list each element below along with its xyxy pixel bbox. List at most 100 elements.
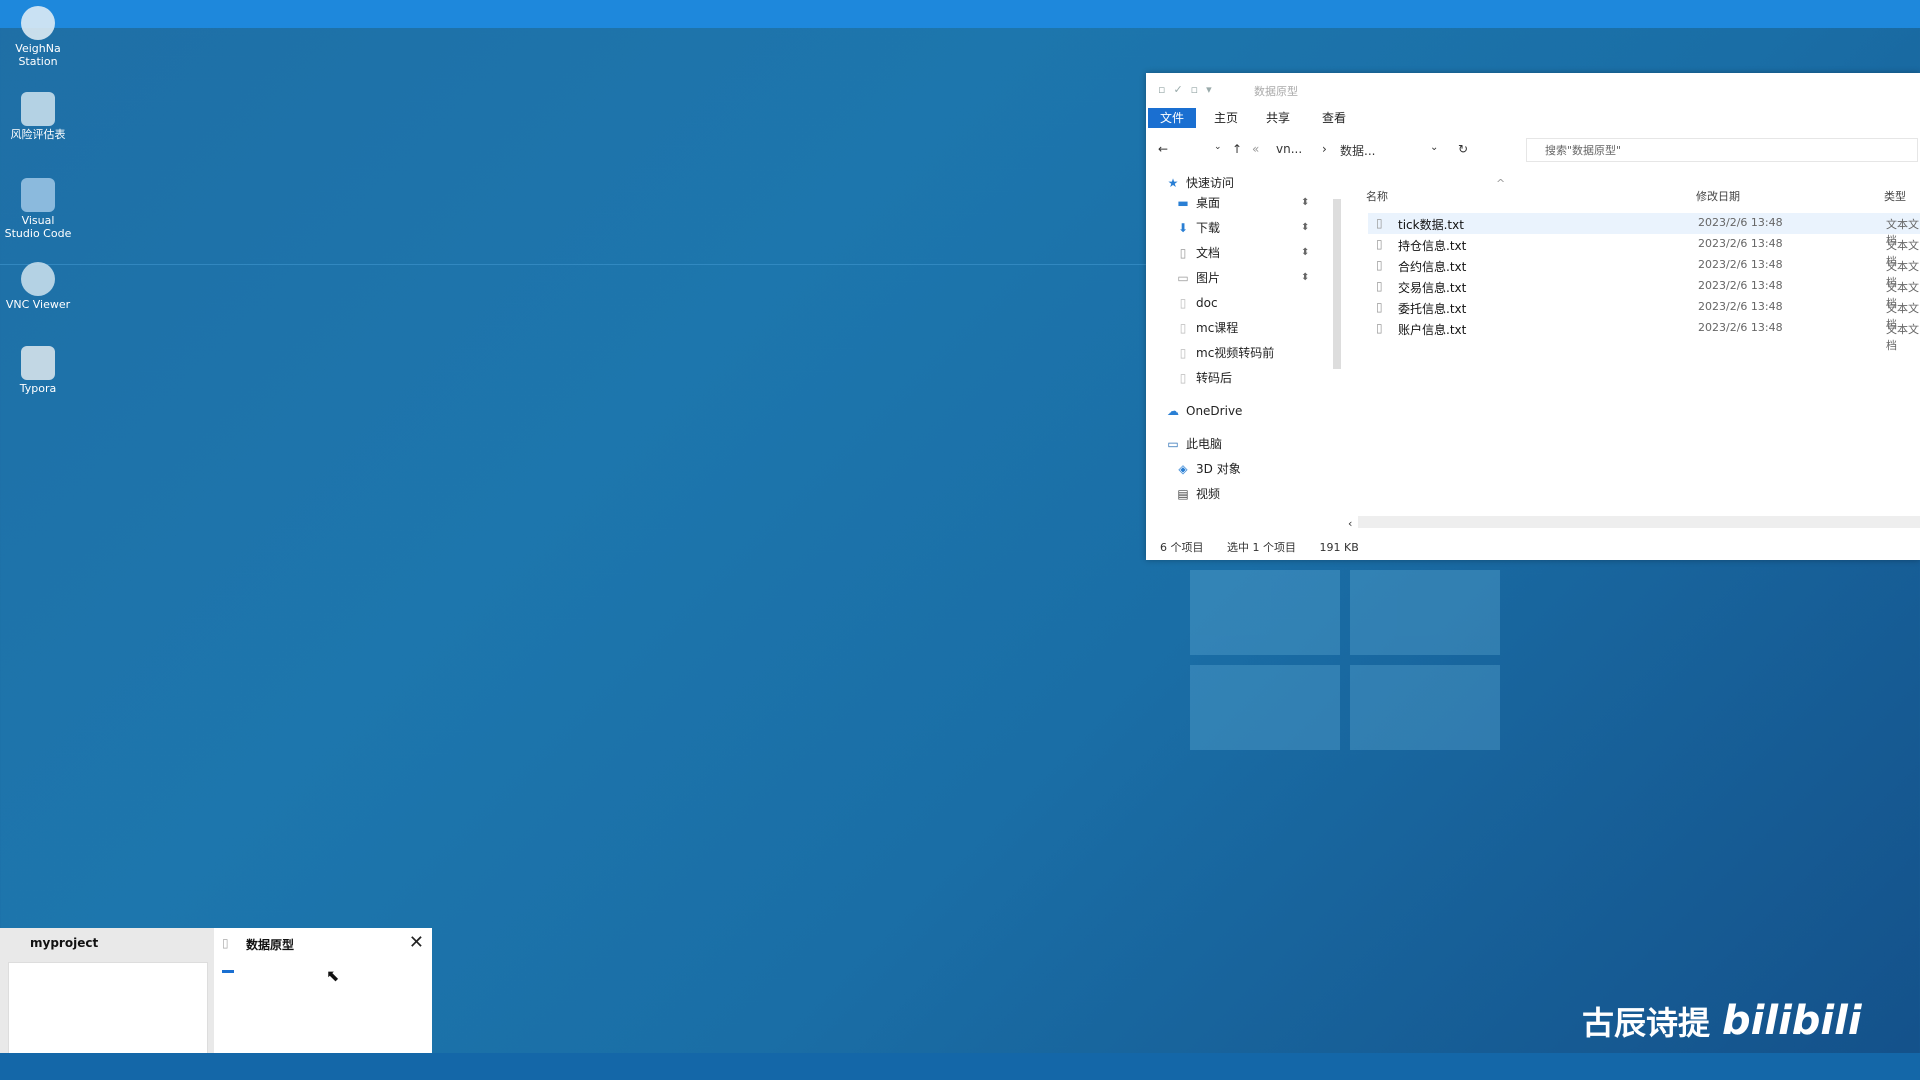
file-row[interactable]: ▯ 委托信息.txt 2023/2/6 13:48 文本文档 xyxy=(1368,297,1920,331)
file-name: 交易信息.txt xyxy=(1398,281,1467,295)
pin-icon: ⬍ xyxy=(1301,222,1310,233)
3d-objects-icon: ◈ xyxy=(1178,462,1188,476)
file-row[interactable]: ▯ 持仓信息.txt 2023/2/6 13:48 文本文档 xyxy=(1368,234,1920,268)
refresh-icon[interactable]: ↻ xyxy=(1458,142,1468,156)
file-type: 文本文档 xyxy=(1886,323,1919,352)
nav-item-transcoded[interactable]: ▯ 转码后 xyxy=(1176,368,1232,388)
file-row[interactable]: ▯ tick数据.txt 2023/2/6 13:48 文本文档 xyxy=(1368,213,1920,247)
tab-home[interactable]: 主页 xyxy=(1204,108,1248,128)
column-type[interactable]: 类型 xyxy=(1884,188,1906,204)
file-date: 2023/2/6 13:48 xyxy=(1698,258,1783,271)
nav-item-label: 桌面 xyxy=(1196,196,1221,210)
file-name: 持仓信息.txt xyxy=(1398,239,1467,253)
sort-caret-icon: ^ xyxy=(1496,177,1506,190)
nav-item-label: 下载 xyxy=(1196,221,1221,235)
mouse-cursor-icon: ⬉ xyxy=(326,966,340,985)
nav-item-label: 视频 xyxy=(1196,487,1221,501)
desktop-icon-risk-form[interactable]: 风险评估表 xyxy=(4,92,72,141)
nav-item-onedrive[interactable]: ☁ OneDrive xyxy=(1166,401,1242,421)
top-accent-bar xyxy=(0,0,1920,28)
text-file-icon: ▯ xyxy=(1376,279,1383,293)
documents-icon: ▯ xyxy=(1179,246,1187,260)
text-file-icon: ▯ xyxy=(1376,300,1383,314)
address-dropdown-icon[interactable]: ⌄ xyxy=(1430,142,1438,153)
folder-icon: ▯ xyxy=(222,936,229,950)
preview-title: 数据原型 xyxy=(246,938,295,952)
file-name: 委托信息.txt xyxy=(1398,302,1467,316)
desktop-icon-typora[interactable]: Typora xyxy=(4,346,72,395)
nav-item-label: mc课程 xyxy=(1196,321,1239,335)
nav-item-videos[interactable]: ▤ 视频 xyxy=(1176,484,1220,504)
nav-item-doc[interactable]: ▯ doc xyxy=(1176,293,1218,313)
address-bar-row: ← ⌄ ↑ « vn... › 数据... ⌄ ↻ 搜索"数据原型" xyxy=(1146,135,1920,165)
nav-item-desktop[interactable]: ▬ 桌面 ⬍ xyxy=(1176,193,1309,213)
file-row[interactable]: ▯ 交易信息.txt 2023/2/6 13:48 文本文档 xyxy=(1368,276,1920,310)
desktop-icon-vscode[interactable]: Visual Studio Code xyxy=(4,178,72,240)
window-titlebar[interactable]: ▫✓▫▾ 数据原型 xyxy=(1146,73,1920,105)
video-watermark: 古辰诗提 bilibili xyxy=(1582,998,1862,1044)
file-date: 2023/2/6 13:48 xyxy=(1698,237,1783,250)
folder-small-icon: « xyxy=(1252,142,1260,156)
nav-item-3d-objects[interactable]: ◈ 3D 对象 xyxy=(1176,459,1240,479)
selection-size: 191 KB xyxy=(1319,541,1359,554)
text-file-icon: ▯ xyxy=(1376,237,1383,251)
text-file-icon: ▯ xyxy=(1376,321,1383,335)
text-file-icon: ▯ xyxy=(1376,258,1383,272)
close-icon[interactable]: ✕ xyxy=(409,932,424,953)
breadcrumb-item[interactable]: vn... xyxy=(1276,142,1302,156)
file-row[interactable]: ▯ 账户信息.txt 2023/2/6 13:48 文本文档 xyxy=(1368,318,1920,352)
file-row[interactable]: ▯ 合约信息.txt 2023/2/6 13:48 文本文档 xyxy=(1368,255,1920,289)
desktop-divider-line xyxy=(0,264,1150,265)
horizontal-scrollbar[interactable] xyxy=(1358,516,1920,528)
nav-item-mc-course[interactable]: ▯ mc课程 xyxy=(1176,318,1239,338)
nav-item-label: doc xyxy=(1196,296,1218,310)
status-bar: 6 个项目 选中 1 个项目 191 KB xyxy=(1160,539,1379,555)
column-name[interactable]: 名称 xyxy=(1366,188,1388,204)
window-title: 数据原型 xyxy=(1254,85,1298,98)
desktop-icon-veighna[interactable]: VeighNa Station xyxy=(4,6,72,68)
nav-item-label: 文档 xyxy=(1196,246,1221,260)
nav-item-label: 此电脑 xyxy=(1186,437,1223,451)
file-name: tick数据.txt xyxy=(1398,218,1464,232)
desktop-icon-label: 风险评估表 xyxy=(10,128,66,141)
taskbar xyxy=(0,1053,1920,1080)
desktop-icon-label: VNC Viewer xyxy=(5,298,71,311)
pin-icon: ⬍ xyxy=(1301,272,1310,283)
nav-item-downloads[interactable]: ⬇ 下载 ⬍ xyxy=(1176,218,1309,238)
nav-item-this-pc[interactable]: ▭ 此电脑 xyxy=(1166,434,1222,454)
scrollbar-thumb[interactable] xyxy=(1333,199,1341,369)
desktop-icon-vnc[interactable]: VNC Viewer xyxy=(4,262,72,311)
scroll-left-icon[interactable]: ‹ xyxy=(1348,517,1352,530)
vnc-icon xyxy=(21,262,55,296)
pictures-icon: ▭ xyxy=(1177,271,1189,285)
preview-ribbon-mark xyxy=(222,970,234,973)
tab-file[interactable]: 文件 xyxy=(1148,108,1197,128)
computer-icon: ▭ xyxy=(1167,437,1179,451)
star-icon: ★ xyxy=(1167,176,1179,190)
nav-item-quick-access[interactable]: ★ 快速访问 xyxy=(1166,173,1234,193)
file-date: 2023/2/6 13:48 xyxy=(1698,321,1783,334)
quick-access-toolbar[interactable]: ▫✓▫▾ xyxy=(1158,83,1220,96)
up-arrow-icon[interactable]: ↑ xyxy=(1232,142,1242,156)
document-icon xyxy=(21,92,55,126)
nav-item-documents[interactable]: ▯ 文档 ⬍ xyxy=(1176,243,1310,263)
nav-item-mc-video[interactable]: ▯ mc视频转码前 xyxy=(1176,343,1275,363)
veighna-icon xyxy=(21,6,55,40)
breadcrumb-item[interactable]: 数据... xyxy=(1340,142,1375,159)
tab-share[interactable]: 共享 xyxy=(1256,108,1300,128)
column-date[interactable]: 修改日期 xyxy=(1696,188,1740,204)
search-box[interactable]: 搜索"数据原型" xyxy=(1526,138,1918,162)
nav-item-label: 转码后 xyxy=(1196,371,1233,385)
file-explorer-window: ▫✓▫▾ 数据原型 文件 主页 共享 查看 ← ⌄ ↑ « vn... › 数据… xyxy=(1146,73,1920,560)
search-input[interactable]: 搜索"数据原型" xyxy=(1545,142,1621,158)
video-icon: ▤ xyxy=(1177,487,1189,501)
bilibili-logo: bilibili xyxy=(1722,998,1862,1044)
desktop-icon-label: Typora xyxy=(19,382,57,395)
windows-wallpaper-logo xyxy=(1190,570,1550,760)
nav-item-pictures[interactable]: ▭ 图片 ⬍ xyxy=(1176,268,1309,288)
nav-pane-scrollbar[interactable] xyxy=(1330,181,1344,521)
back-arrow-icon[interactable]: ← xyxy=(1158,142,1168,156)
tab-view[interactable]: 查看 xyxy=(1312,108,1356,128)
file-list-header: 名称 ^ 修改日期 类型 xyxy=(1356,177,1920,205)
chevron-down-icon[interactable]: ⌄ xyxy=(1214,142,1222,152)
